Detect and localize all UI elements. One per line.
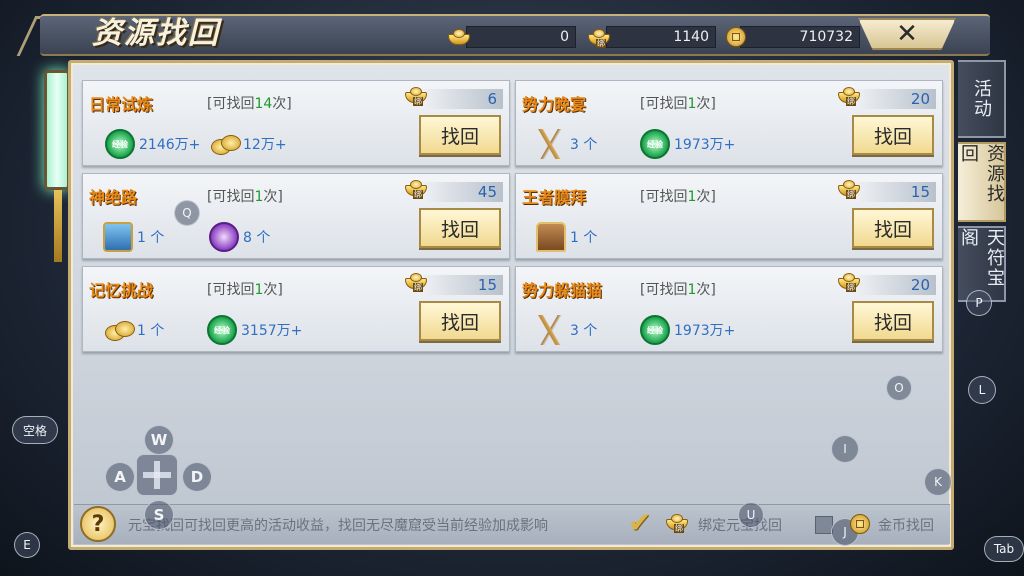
bound-ingot-icon: 绑 [403, 86, 429, 106]
bind-ingot-checkbox[interactable]: ✔ [628, 506, 651, 539]
retrieve-cost: 6 [423, 89, 503, 109]
exp-orb-icon: 经验 [640, 129, 670, 159]
ginseng-root-icon [536, 129, 566, 159]
reward-item: 1 个 [103, 222, 164, 252]
bound-ingot-icon: 绑 [403, 179, 429, 199]
key-hint-s[interactable]: S [144, 500, 174, 530]
bound-ingot-icon: 绑 [664, 513, 690, 533]
task-name: 势力晚宴 [522, 95, 587, 114]
reward-item: 12万+ [209, 129, 287, 159]
bound-ingot-icon: 绑 [836, 179, 862, 199]
key-hint-o[interactable]: O [886, 375, 912, 401]
key-hint-q[interactable]: Q [174, 200, 200, 226]
key-hint-p[interactable]: P [966, 290, 992, 316]
key-hint-k[interactable]: K [924, 468, 952, 496]
ginseng-root-icon [536, 315, 566, 345]
retrieve-button[interactable]: 找回 [419, 301, 501, 341]
reward-item: 8 个 [209, 222, 270, 252]
retrieve-count: [可找回1次] [640, 282, 716, 298]
currency-bound-ingot: 绑 1140 [586, 26, 716, 48]
retrieve-count: [可找回1次] [640, 96, 716, 112]
retrieve-button[interactable]: 找回 [852, 115, 934, 155]
exp-orb-icon: 经验 [105, 129, 135, 159]
bound-ingot-icon: 绑 [836, 272, 862, 292]
task-name: 记忆挑战 [89, 281, 154, 300]
currency-copper-coin: 710732 [726, 26, 860, 48]
purple-orb-icon [209, 222, 239, 252]
reward-item: 3 个 [536, 315, 597, 345]
task-name: 王者膜拜 [522, 188, 587, 207]
retrieve-cost: 15 [423, 275, 503, 295]
task-card-faction-hide-seek: 势力躲猫猫 [可找回1次] 绑 20 3 个 经验 1973万+ 找回 [515, 266, 943, 352]
key-hint-tab[interactable]: Tab [984, 536, 1024, 562]
retrieve-button[interactable]: 找回 [419, 115, 501, 155]
jade-lantern-decoration [44, 70, 70, 190]
retrieve-cost: 20 [856, 275, 936, 295]
key-hint-i[interactable]: I [831, 435, 859, 463]
gold-ingot-value: 0 [466, 26, 576, 48]
gold-coin-icon [850, 514, 870, 534]
key-hint-space[interactable]: 空格 [12, 416, 58, 444]
treasure-chest-icon [536, 222, 566, 252]
reward-item: 1 个 [103, 315, 164, 345]
key-hint-l[interactable]: L [968, 376, 996, 404]
key-hint-e[interactable]: E [14, 532, 40, 558]
copper-coin-value: 710732 [740, 26, 860, 48]
task-name: 势力躲猫猫 [522, 281, 603, 300]
task-card-daily-trial: 日常试炼 [可找回14次] 绑 6 经验 2146万+ 12万+ 找回 [82, 80, 510, 166]
reward-item: 经验 1973万+ [640, 315, 735, 345]
retrieve-button[interactable]: 找回 [852, 301, 934, 341]
blue-chest-icon [103, 222, 133, 252]
bound-ingot-icon: 绑 [586, 28, 612, 48]
gold-ingot-icon [446, 28, 472, 46]
key-hint-w[interactable]: W [144, 425, 174, 455]
reward-item: 经验 1973万+ [640, 129, 735, 159]
help-button[interactable]: ? [80, 506, 116, 542]
close-button[interactable]: ✕ [858, 18, 956, 50]
reward-item: 经验 2146万+ [105, 129, 200, 159]
close-icon: ✕ [896, 19, 918, 49]
reward-item: 3 个 [536, 129, 597, 159]
tab-activity[interactable]: 活动 [958, 60, 1006, 138]
key-hint-a[interactable]: A [105, 462, 135, 492]
retrieve-cost: 20 [856, 89, 936, 109]
retrieve-count: [可找回1次] [207, 282, 283, 298]
retrieve-button[interactable]: 找回 [419, 208, 501, 248]
retrieve-count: [可找回1次] [640, 189, 716, 205]
gold-coins-icon [103, 315, 135, 345]
key-hint-u[interactable]: U [738, 502, 764, 528]
task-card-divine-path: 神绝路 [可找回1次] 绑 45 1 个 8 个 找回 [82, 173, 510, 259]
dpad-control[interactable] [136, 454, 178, 496]
exp-orb-icon: 经验 [640, 315, 670, 345]
task-card-king-worship: 王者膜拜 [可找回1次] 绑 15 1 个 找回 [515, 173, 943, 259]
currency-gold-ingot: 0 [446, 26, 576, 48]
task-name: 神绝路 [89, 188, 138, 207]
task-card-faction-banquet: 势力晚宴 [可找回1次] 绑 20 3 个 经验 1973万+ 找回 [515, 80, 943, 166]
copper-coin-icon [726, 27, 746, 47]
retrieve-count: [可找回1次] [207, 189, 283, 205]
bound-ingot-value: 1140 [606, 26, 716, 48]
gold-coins-icon [209, 129, 241, 159]
reward-item: 经验 3157万+ [207, 315, 302, 345]
retrieve-cost: 45 [423, 182, 503, 202]
key-hint-d[interactable]: D [182, 462, 212, 492]
task-card-memory-challenge: 记忆挑战 [可找回1次] 绑 15 1 个 经验 3157万+ 找回 [82, 266, 510, 352]
retrieve-count: [可找回14次] [207, 96, 292, 112]
exp-orb-icon: 经验 [207, 315, 237, 345]
bound-ingot-icon: 绑 [836, 86, 862, 106]
page-title: 资源找回 [92, 16, 220, 51]
retrieve-cost: 15 [856, 182, 936, 202]
lantern-tassel-decoration [54, 190, 62, 262]
tab-resource-retrieve[interactable]: 资源找回 [958, 142, 1006, 222]
footer-note: 元宝找回可找回更高的活动收益，找回无尽魔窟受当前经验加成影响 [128, 518, 548, 534]
bound-ingot-icon: 绑 [403, 272, 429, 292]
task-name: 日常试炼 [89, 95, 154, 114]
gold-coin-option-label[interactable]: 金币找回 [878, 515, 934, 535]
retrieve-button[interactable]: 找回 [852, 208, 934, 248]
reward-item: 1 个 [536, 222, 597, 252]
